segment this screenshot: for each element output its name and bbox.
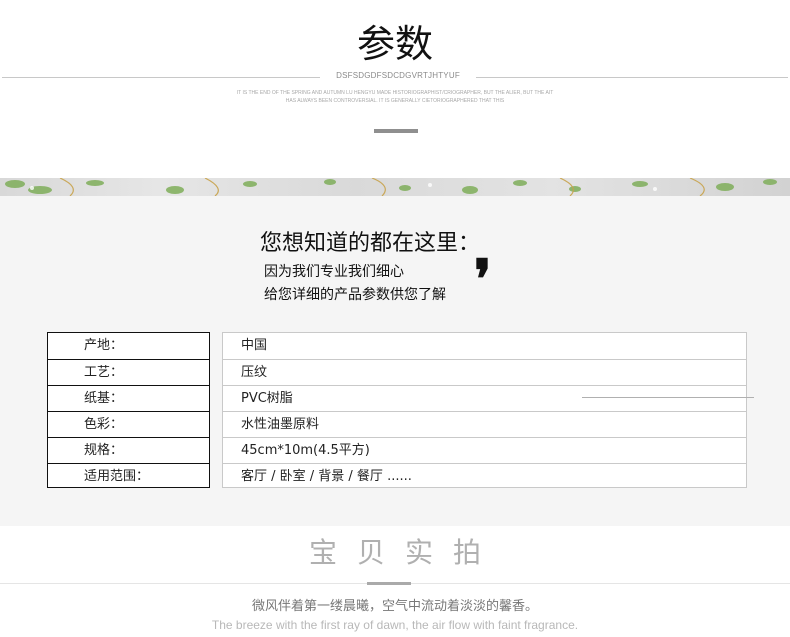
intro-title: 您想知道的都在这里： <box>260 231 481 256</box>
section-caption-en: The breeze with the first ray of dawn, t… <box>211 618 579 632</box>
spec-label: 产地： <box>84 338 124 353</box>
spec-value: 中国 <box>241 338 268 353</box>
spec-value-column: 中国 压纹 PVC树脂 水性油墨原料 45cm*10m(4.5平方) 客厅 / … <box>222 332 747 488</box>
section-caption-cn: 微风伴着第一缕晨曦，空气中流动着淡淡的馨香。 <box>251 599 538 614</box>
spec-value: 45cm*10m(4.5平方) <box>241 443 370 458</box>
spec-label: 适用范围： <box>84 469 150 484</box>
spec-label-row: 适用范围： <box>48 463 209 489</box>
intro-line-2: 给您详细的产品参数供您了解 <box>264 287 446 303</box>
spec-value-row: 中国 <box>223 333 746 359</box>
spec-label-row: 工艺： <box>48 359 209 385</box>
spec-value-row: 压纹 <box>223 359 746 385</box>
page-title: 参数 <box>356 22 433 66</box>
spec-value: 水性油墨原料 <box>241 417 320 432</box>
spec-label: 色彩： <box>84 417 124 432</box>
wallpaper-pattern-strip <box>0 178 790 196</box>
spec-label-row: 色彩： <box>48 411 209 437</box>
spec-label-row: 产地： <box>48 333 209 359</box>
header-subcode: DSFSDGDFSDCDGVRTJHTYUF <box>336 71 460 80</box>
spec-value-row: 水性油墨原料 <box>223 411 746 437</box>
header-small-text-2: HAS ALWAYS BEEN CONTROVERSIAL. IT IS GEN… <box>285 98 505 104</box>
header-divider-left <box>2 77 320 78</box>
header-accent-bar <box>374 129 418 133</box>
spec-label: 纸基： <box>84 391 124 406</box>
real-photos-section: 宝贝实拍 微风伴着第一缕晨曦，空气中流动着淡淡的馨香。 The breeze w… <box>0 526 790 637</box>
header-small-text-1: IT IS THE END OF THE SPRING AND AUTUMN L… <box>236 90 554 96</box>
spec-value-row: 45cm*10m(4.5平方) <box>223 437 746 463</box>
parameters-panel: 您想知道的都在这里： 因为我们专业我们细心 给您详细的产品参数供您了解 ❜ 产地… <box>0 196 790 526</box>
spec-label: 规格： <box>84 443 124 458</box>
spec-value-row: 客厅 / 卧室 / 背景 / 餐厅 ...... <box>223 463 746 489</box>
decorative-line <box>582 397 754 398</box>
section-accent-bar <box>367 582 411 585</box>
spec-value-row: PVC树脂 <box>223 385 746 411</box>
spec-label: 工艺： <box>84 365 124 380</box>
header-divider-right <box>476 77 788 78</box>
spec-value: PVC树脂 <box>241 391 293 406</box>
spec-value: 客厅 / 卧室 / 背景 / 餐厅 ...... <box>241 469 412 484</box>
section-title: 宝贝实拍 <box>308 536 501 569</box>
spec-label-row: 纸基： <box>48 385 209 411</box>
floral-pattern-image <box>5 178 777 196</box>
intro-line-1: 因为我们专业我们细心 <box>264 264 404 280</box>
header: 参数 DSFSDGDFSDCDGVRTJHTYUF IT IS THE END … <box>0 0 790 178</box>
spec-label-row: 规格： <box>48 437 209 463</box>
spec-label-column: 产地： 工艺： 纸基： 色彩： 规格： 适用范围： <box>47 332 210 488</box>
spec-value: 压纹 <box>241 365 268 380</box>
quote-mark-icon: ❜ <box>474 247 492 311</box>
